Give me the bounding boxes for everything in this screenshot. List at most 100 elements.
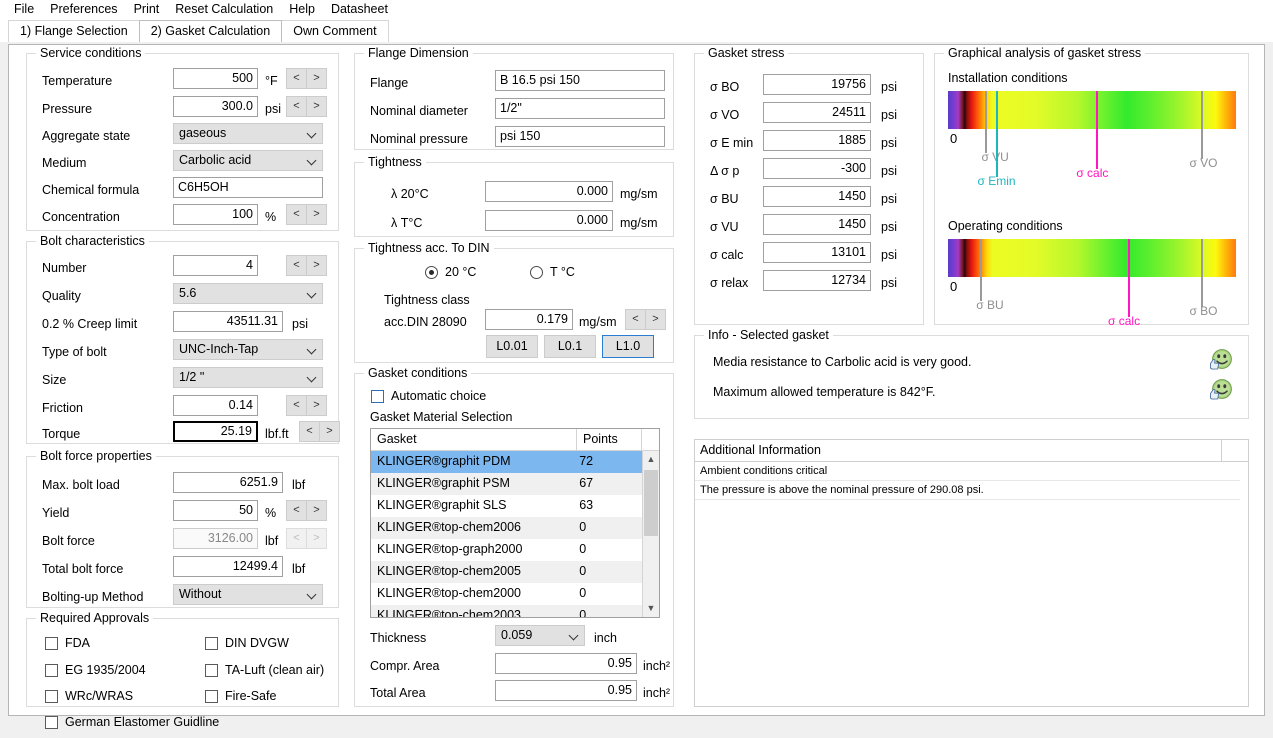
stepper-temperature[interactable]: < > [286,68,327,89]
checkbox-din-dvgw[interactable]: DIN DVGW [205,636,289,650]
stepper-friction[interactable]: < > [286,395,327,416]
input-friction[interactable]: 0.14 [173,395,258,416]
scroll-up-icon[interactable]: ▲ [643,451,659,468]
checkbox-fda[interactable]: FDA [45,636,90,650]
tab-own-comment[interactable]: Own Comment [281,20,389,42]
dropdown-aggregate-state[interactable]: gaseous [173,123,323,144]
stepper-down-icon[interactable]: < [286,204,307,225]
stepper-down-icon[interactable]: < [286,96,307,117]
stepper-up-icon[interactable]: > [306,500,327,521]
checkbox-box[interactable] [45,636,58,650]
table-row[interactable]: KLINGER®graphit PSM 67 [371,473,642,495]
stepper-down-icon[interactable]: < [625,309,646,330]
dropdown-bolt-quality[interactable]: 5.6 [173,283,323,304]
input-stress-4[interactable]: 1450 [763,186,871,207]
input-stress-6[interactable]: 13101 [763,242,871,263]
stepper-bolt-number[interactable]: < > [286,255,327,276]
input-stress-7[interactable]: 12734 [763,270,871,291]
input-stress-1[interactable]: 24511 [763,102,871,123]
stepper-down-icon[interactable]: < [286,255,307,276]
input-lambda-20c[interactable]: 0.000 [485,181,613,202]
input-pressure[interactable]: 300.0 [173,96,258,117]
input-stress-0[interactable]: 19756 [763,74,871,95]
checkbox-box[interactable] [205,663,218,677]
input-nominal-diameter[interactable]: 1/2" [495,98,665,119]
stepper-down-icon[interactable]: < [299,421,320,442]
scroll-down-icon[interactable]: ▼ [643,600,659,617]
dropdown-medium[interactable]: Carbolic acid [173,150,323,171]
checkbox-wrc-wras[interactable]: WRc/WRAS [45,689,133,703]
stepper-down-icon[interactable]: < [286,395,307,416]
radio-circle[interactable] [425,265,438,279]
input-yield[interactable]: 50 [173,500,258,521]
dropdown-bolting-up-method[interactable]: Without [173,584,323,605]
input-stress-5[interactable]: 1450 [763,214,871,235]
input-flange[interactable]: B 16.5 psi 150 [495,70,665,91]
checkbox-box[interactable] [371,389,384,403]
dropdown-thickness[interactable]: 0.059 [495,625,585,646]
input-stress-3[interactable]: -300 [763,158,871,179]
input-total-area[interactable]: 0.95 [495,680,637,701]
stepper-up-icon[interactable]: > [306,204,327,225]
radio-20c[interactable]: 20 °C [425,265,476,279]
scrollbar-thumb[interactable] [644,470,658,536]
dropdown-type-of-bolt[interactable]: UNC-Inch-Tap [173,339,323,360]
stepper-pressure[interactable]: < > [286,96,327,117]
table-row[interactable]: KLINGER®graphit SLS 63 [371,495,642,517]
menu-item-datasheet[interactable]: Datasheet [323,0,396,18]
checkbox-box[interactable] [205,689,218,703]
checkbox-automatic-choice[interactable]: Automatic choice [371,389,486,403]
stepper-up-icon[interactable]: > [306,395,327,416]
radio-tc[interactable]: T °C [530,265,575,279]
input-bolt-number[interactable]: 4 [173,255,258,276]
button-l10[interactable]: L1.0 [602,335,654,358]
radio-circle[interactable] [530,265,543,279]
checkbox-box[interactable] [45,689,58,703]
tab-flange-selection[interactable]: 1) Flange Selection [8,20,140,42]
input-chemical-formula[interactable]: C6H5OH [173,177,323,198]
table-row[interactable]: KLINGER®top-chem2005 0 [371,561,642,583]
stepper-yield[interactable]: < > [286,500,327,521]
input-nominal-pressure[interactable]: psi 150 [495,126,665,147]
menu-item-reset-calculation[interactable]: Reset Calculation [167,0,281,18]
stepper-up-icon[interactable]: > [645,309,666,330]
stepper-concentration[interactable]: < > [286,204,327,225]
stepper-up-icon[interactable]: > [306,68,327,89]
table-row[interactable]: KLINGER®top-chem2003 0 [371,605,642,617]
checkbox-ta-luft[interactable]: TA-Luft (clean air) [205,663,324,677]
input-lambda-tc[interactable]: 0.000 [485,210,613,231]
tab-gasket-calculation[interactable]: 2) Gasket Calculation [138,20,283,42]
input-stress-2[interactable]: 1885 [763,130,871,151]
stepper-down-icon[interactable]: < [286,500,307,521]
stepper-down-icon[interactable]: < [286,68,307,89]
menu-item-print[interactable]: Print [126,0,168,18]
checkbox-eg-1935-2004[interactable]: EG 1935/2004 [45,663,146,677]
table-row[interactable]: KLINGER®graphit PDM 72 [371,451,642,473]
dropdown-bolt-size[interactable]: 1/2 " [173,367,323,388]
input-total-bolt-force[interactable]: 12499.4 [173,556,283,577]
menu-item-file[interactable]: File [6,0,42,18]
input-max-bolt-load[interactable]: 6251.9 [173,472,283,493]
input-torque[interactable]: 25.19 [173,421,258,442]
checkbox-fire-safe[interactable]: Fire-Safe [205,689,276,703]
input-creep-limit[interactable]: 43511.31 [173,311,283,332]
menu-item-help[interactable]: Help [281,0,323,18]
gasket-material-table[interactable]: Gasket Points KLINGER®graphit PDM 72 KLING… [370,428,660,618]
table-row[interactable]: KLINGER®top-graph2000 0 [371,539,642,561]
input-tightness-class[interactable]: 0.179 [485,309,573,330]
stepper-up-icon[interactable]: > [306,255,327,276]
input-concentration[interactable]: 100 [173,204,258,225]
stepper-torque[interactable]: < > [299,421,340,442]
checkbox-box[interactable] [45,715,58,729]
stepper-up-icon[interactable]: > [306,96,327,117]
table-row[interactable]: KLINGER®top-chem2000 0 [371,583,642,605]
input-compr-area[interactable]: 0.95 [495,653,637,674]
stepper-up-icon[interactable]: > [319,421,340,442]
input-temperature[interactable]: 500 [173,68,258,89]
checkbox-box[interactable] [45,663,58,677]
checkbox-german-elastomer-guidline[interactable]: German Elastomer Guidline [45,715,219,729]
menu-item-preferences[interactable]: Preferences [42,0,125,18]
table-row[interactable]: KLINGER®top-chem2006 0 [371,517,642,539]
table-scrollbar[interactable]: ▲ ▼ [642,451,659,617]
button-l01[interactable]: L0.1 [544,335,596,358]
